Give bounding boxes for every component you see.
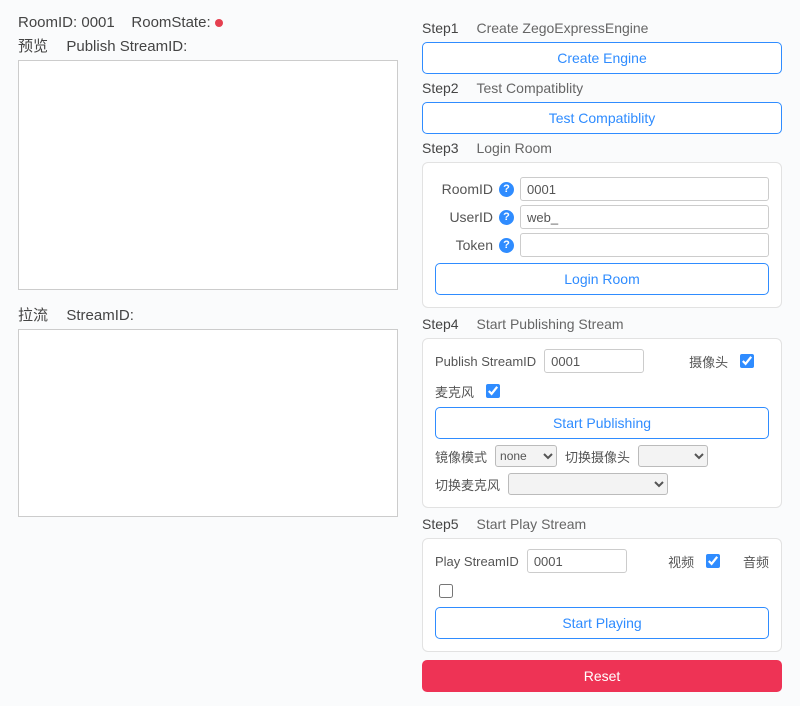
switch-camera-label: 切换摄像头 [565,447,630,466]
token-input[interactable] [520,233,769,257]
publish-streamid-label: Publish StreamID: [66,38,187,55]
step3-desc: Login Room [476,140,552,156]
step5-desc: Start Play Stream [476,516,586,532]
preview-label: 预览 [18,38,48,55]
test-compatibility-button[interactable]: Test Compatiblity [422,102,782,134]
header-line: RoomID: 0001 RoomState: [18,14,398,31]
step4-desc: Start Publishing Stream [476,316,623,332]
video-checkbox-label: 视频 [668,552,694,571]
preview-header: 预览 Publish StreamID: [18,35,398,56]
play-streamid-label: StreamID: [66,307,134,324]
help-icon[interactable]: ? [499,182,514,197]
mic-checkbox[interactable] [486,384,500,398]
roomstate-indicator-icon [215,19,223,27]
step5-header: Step5 Start Play Stream [422,516,782,532]
switch-mic-label: 切换麦克风 [435,475,500,494]
help-icon[interactable]: ? [499,210,514,225]
step4-header: Step4 Start Publishing Stream [422,316,782,332]
userid-field-label: UserID [435,209,493,225]
play-video-area [18,329,398,517]
help-icon[interactable]: ? [499,238,514,253]
step5-num: Step5 [422,516,459,532]
create-engine-button[interactable]: Create Engine [422,42,782,74]
switch-mic-select[interactable] [508,473,668,495]
step1-num: Step1 [422,20,459,36]
mirror-mode-select[interactable]: none [495,445,557,467]
play-label: 拉流 [18,307,48,324]
mirror-mode-label: 镜像模式 [435,447,487,466]
step1-desc: Create ZegoExpressEngine [476,20,648,36]
play-streamid-input[interactable] [527,549,627,573]
video-checkbox[interactable] [706,554,720,568]
step2-desc: Test Compatiblity [476,80,583,96]
step3-num: Step3 [422,140,459,156]
step3-panel: RoomID ? UserID ? Token ? Login Room [422,162,782,308]
roomstate-label: RoomState: [131,14,210,31]
play-streamid-field-label: Play StreamID [435,554,519,569]
step2-num: Step2 [422,80,459,96]
publish-streamid-input[interactable] [544,349,644,373]
step4-num: Step4 [422,316,459,332]
preview-video-area [18,60,398,290]
roomid-label: RoomID: [18,14,77,31]
play-header: 拉流 StreamID: [18,304,398,325]
audio-checkbox[interactable] [439,584,453,598]
reset-button[interactable]: Reset [422,660,782,692]
login-room-button[interactable]: Login Room [435,263,769,295]
step4-panel: Publish StreamID 摄像头 麦克风 Start Publishin… [422,338,782,508]
publish-streamid-field-label: Publish StreamID [435,354,536,369]
audio-checkbox-label: 音频 [743,552,769,571]
start-playing-button[interactable]: Start Playing [435,607,769,639]
step3-header: Step3 Login Room [422,140,782,156]
step1-header: Step1 Create ZegoExpressEngine [422,20,782,36]
step2-header: Step2 Test Compatiblity [422,80,782,96]
token-field-label: Token [435,237,493,253]
roomid-field-label: RoomID [435,181,493,197]
userid-input[interactable] [520,205,769,229]
mic-checkbox-label: 麦克风 [435,382,474,401]
start-publishing-button[interactable]: Start Publishing [435,407,769,439]
roomid-input[interactable] [520,177,769,201]
roomid-value: 0001 [81,14,114,31]
step5-panel: Play StreamID 视频 音频 Start Playing [422,538,782,652]
camera-checkbox-label: 摄像头 [689,352,728,371]
switch-camera-select[interactable] [638,445,708,467]
camera-checkbox[interactable] [740,354,754,368]
